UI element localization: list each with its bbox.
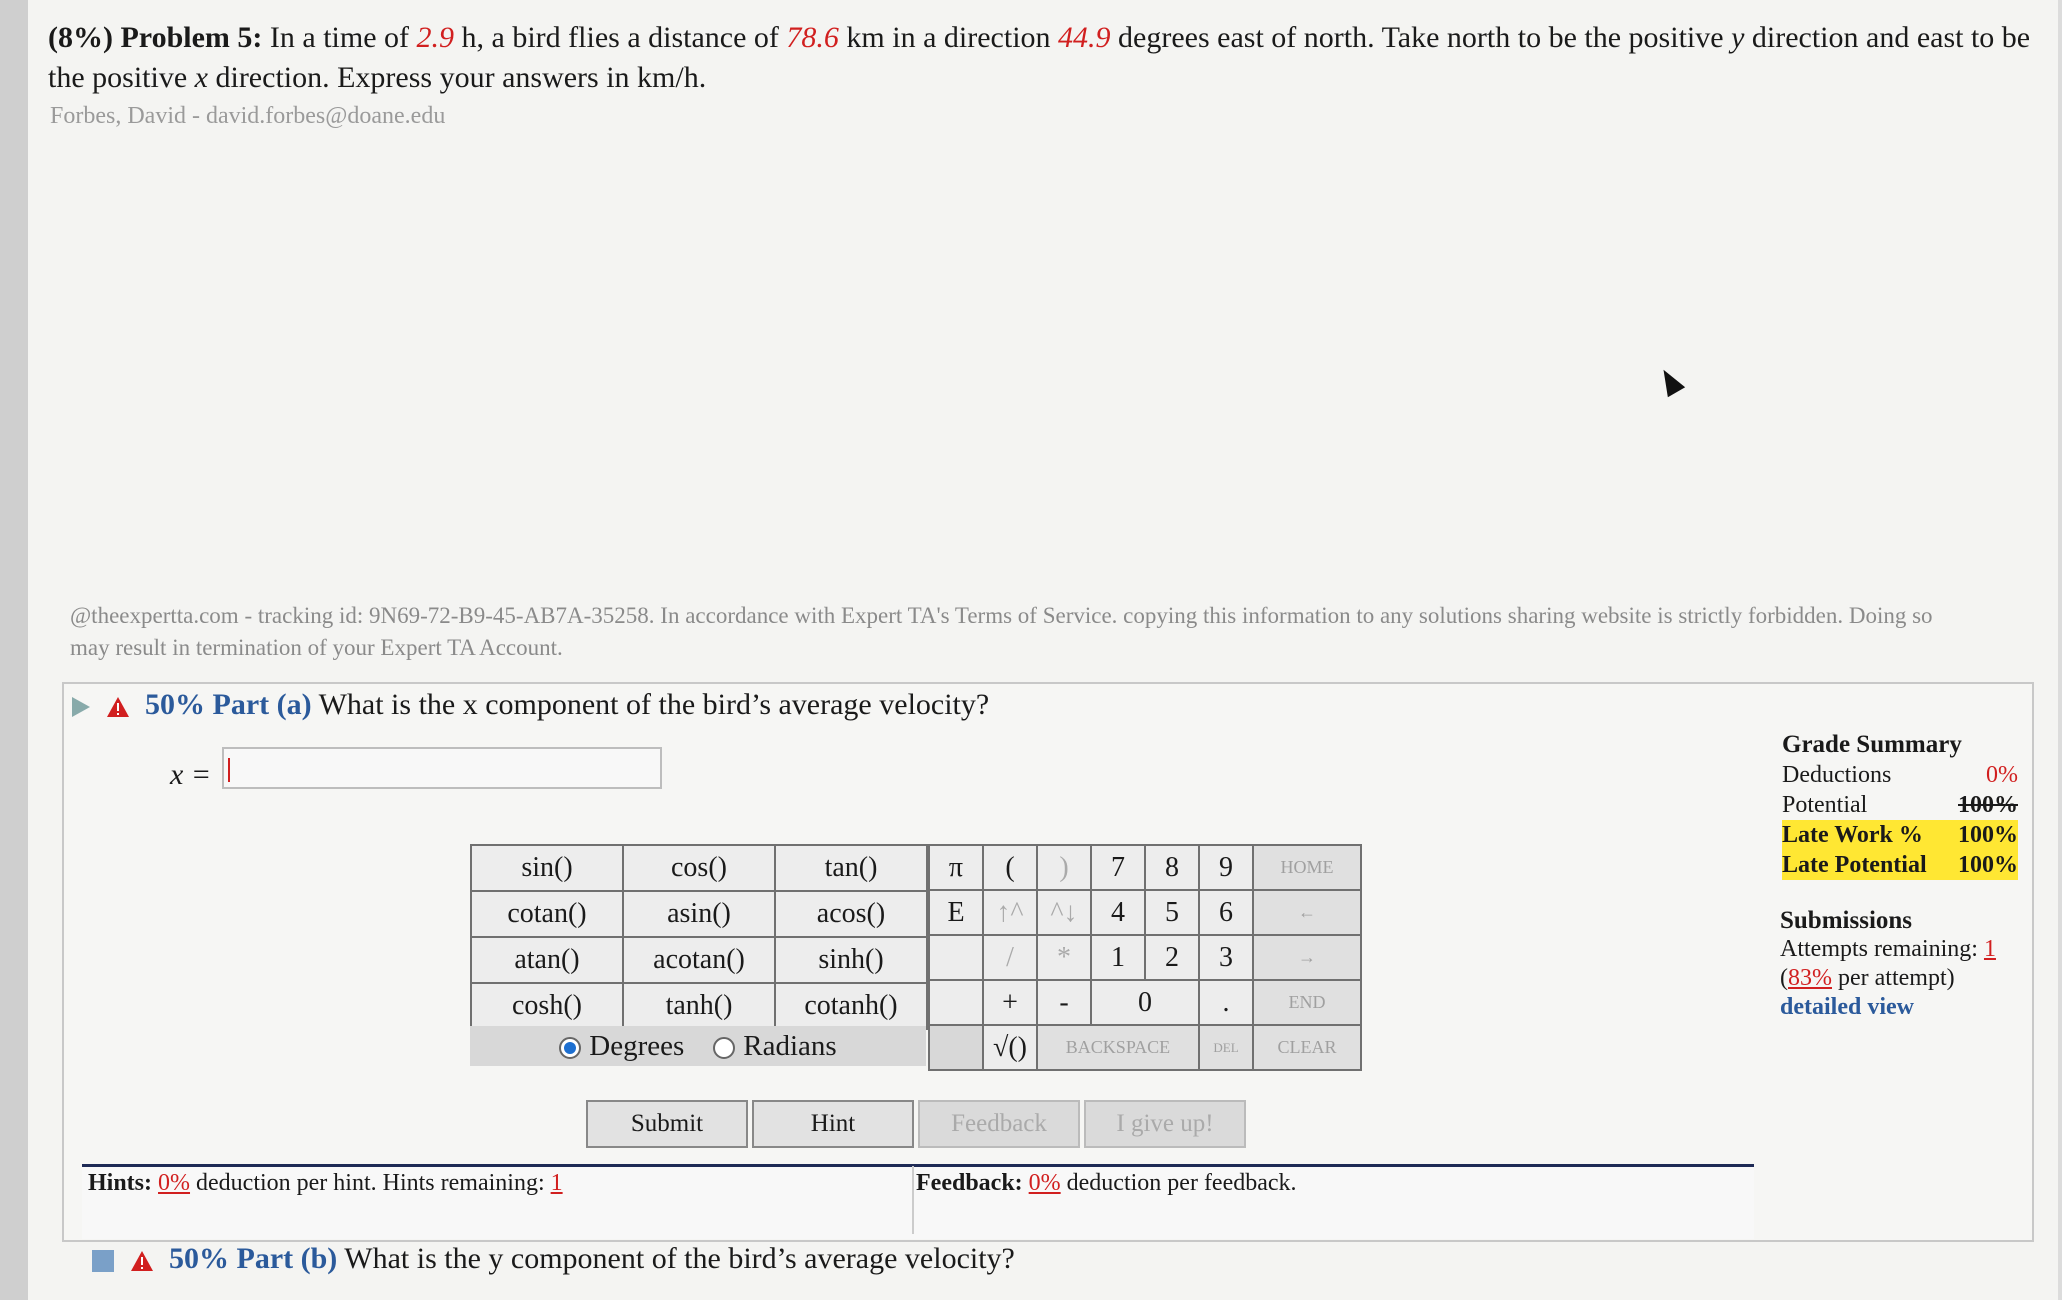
- key-4[interactable]: 4: [1090, 889, 1146, 936]
- grade-summary: Grade Summary Deductions 0% Potential 100%…: [1782, 730, 2018, 880]
- potential-row: Potential 100%: [1782, 792, 2018, 818]
- key-multiply[interactable]: *: [1036, 934, 1092, 981]
- late-work-row: Late Work % 100%: [1782, 820, 2018, 850]
- part-a-question: What is the x component of the bird’s av…: [318, 688, 990, 721]
- fn-sin-button[interactable]: sin(): [470, 844, 624, 892]
- key-blank-1: [928, 934, 984, 981]
- text-caret: [228, 758, 230, 782]
- hints-divider: [912, 1166, 914, 1234]
- key-superscript-down[interactable]: ^↓: [1036, 889, 1092, 936]
- key-7[interactable]: 7: [1090, 844, 1146, 891]
- key-minus[interactable]: -: [1036, 979, 1092, 1026]
- distance-value: 78.6: [786, 21, 839, 54]
- submit-button[interactable]: Submit: [586, 1100, 748, 1148]
- deductions-row: Deductions 0%: [1782, 762, 2018, 788]
- part-a-label: 50% Part (a): [145, 688, 312, 721]
- feedback-info: Feedback: 0% deduction per feedback.: [916, 1170, 1297, 1196]
- fn-tanh-button[interactable]: tanh(): [622, 982, 776, 1030]
- fn-asin-button[interactable]: asin(): [622, 890, 776, 938]
- key-right-arrow-icon[interactable]: →: [1252, 934, 1362, 981]
- hint-button[interactable]: Hint: [752, 1100, 914, 1148]
- key-superscript-up[interactable]: ↑^: [982, 889, 1038, 936]
- radians-label: Radians: [743, 1030, 837, 1062]
- fn-cosh-button[interactable]: cosh(): [470, 982, 624, 1030]
- expand-arrow-icon[interactable]: [72, 697, 90, 718]
- give-up-button[interactable]: I give up!: [1084, 1100, 1246, 1148]
- answer-input[interactable]: [222, 747, 662, 789]
- degrees-label: Degrees: [589, 1030, 685, 1062]
- key-6[interactable]: 6: [1198, 889, 1254, 936]
- answer-variable-label: x =: [170, 758, 212, 791]
- key-del[interactable]: DEL: [1198, 1024, 1254, 1071]
- hints-info: Hints: 0% deduction per hint. Hints rema…: [88, 1170, 563, 1196]
- key-sqrt[interactable]: √(): [982, 1024, 1038, 1071]
- key-9[interactable]: 9: [1198, 844, 1254, 891]
- part-b-label: 50% Part (b): [169, 1242, 338, 1275]
- late-potential-row: Late Potential 100%: [1782, 850, 2018, 880]
- key-blank-3: [928, 1024, 984, 1071]
- fn-atan-button[interactable]: atan(): [470, 936, 624, 984]
- grade-summary-title: Grade Summary: [1782, 731, 1962, 758]
- fn-acotan-button[interactable]: acotan(): [622, 936, 776, 984]
- numeric-keypad: π ( ) 7 8 9 HOME E ↑^ ^↓ 4 5 6 ← / * 1 2…: [928, 844, 1362, 1071]
- feedback-button[interactable]: Feedback: [918, 1100, 1080, 1148]
- warning-icon: [130, 1251, 153, 1272]
- key-blank-2: [928, 979, 984, 1026]
- key-home[interactable]: HOME: [1252, 844, 1362, 891]
- key-rparen[interactable]: ): [1036, 844, 1092, 891]
- key-clear[interactable]: CLEAR: [1252, 1024, 1362, 1071]
- key-e[interactable]: E: [928, 889, 984, 936]
- key-1[interactable]: 1: [1090, 934, 1146, 981]
- fn-cos-button[interactable]: cos(): [622, 844, 776, 892]
- part-b-question: What is the y component of the bird’s av…: [344, 1242, 1015, 1275]
- tracking-notice: @theexpertta.com - tracking id: 9N69-72-…: [70, 603, 1933, 660]
- collapse-square-icon[interactable]: [92, 1250, 114, 1273]
- key-left-arrow-icon[interactable]: ←: [1252, 889, 1362, 936]
- key-5[interactable]: 5: [1144, 889, 1200, 936]
- time-value: 2.9: [416, 21, 455, 54]
- key-end[interactable]: END: [1252, 979, 1362, 1026]
- angle-value: 44.9: [1058, 21, 1111, 54]
- detailed-view-link[interactable]: detailed view: [1780, 993, 2020, 1022]
- author-line: Forbes, David - david.forbes@doane.edu: [50, 103, 446, 129]
- key-plus[interactable]: +: [982, 979, 1038, 1026]
- fn-acos-button[interactable]: acos(): [774, 890, 928, 938]
- fn-tan-button[interactable]: tan(): [774, 844, 928, 892]
- angle-mode-selector: Degrees Radians: [470, 1026, 926, 1066]
- warning-icon: [106, 697, 129, 718]
- problem-statement: (8%) Problem 5: In a time of 2.9 h, a bi…: [48, 21, 2031, 94]
- function-keypad: sin() cos() tan() cotan() asin() acos() …: [470, 844, 928, 1030]
- key-backspace[interactable]: BACKSPACE: [1036, 1024, 1200, 1071]
- degrees-radio[interactable]: [559, 1037, 582, 1060]
- key-2[interactable]: 2: [1144, 934, 1200, 981]
- key-divide[interactable]: /: [982, 934, 1038, 981]
- key-3[interactable]: 3: [1198, 934, 1254, 981]
- per-attempt: (83% per attempt): [1780, 965, 1955, 991]
- part-a-header[interactable]: 50% Part (a) What is the x component of …: [72, 688, 989, 722]
- fn-sinh-button[interactable]: sinh(): [774, 936, 928, 984]
- fn-cotanh-button[interactable]: cotanh(): [774, 982, 928, 1030]
- left-border: [0, 0, 28, 1300]
- key-0[interactable]: 0: [1090, 979, 1200, 1026]
- submissions-panel: Submissions Attempts remaining: 1 (83% p…: [1780, 906, 2020, 1022]
- problem-title: Problem 5:: [120, 21, 263, 54]
- key-lparen[interactable]: (: [982, 844, 1038, 891]
- radians-radio[interactable]: [713, 1037, 736, 1060]
- problem-weight: (8%): [48, 21, 113, 54]
- fn-cotan-button[interactable]: cotan(): [470, 890, 624, 938]
- key-8[interactable]: 8: [1144, 844, 1200, 891]
- key-pi[interactable]: π: [928, 844, 984, 891]
- part-b-header[interactable]: 50% Part (b) What is the y component of …: [92, 1242, 1015, 1276]
- key-dot[interactable]: .: [1198, 979, 1254, 1026]
- attempts-remaining: Attempts remaining: 1: [1780, 936, 1996, 962]
- submissions-title: Submissions: [1780, 907, 1913, 934]
